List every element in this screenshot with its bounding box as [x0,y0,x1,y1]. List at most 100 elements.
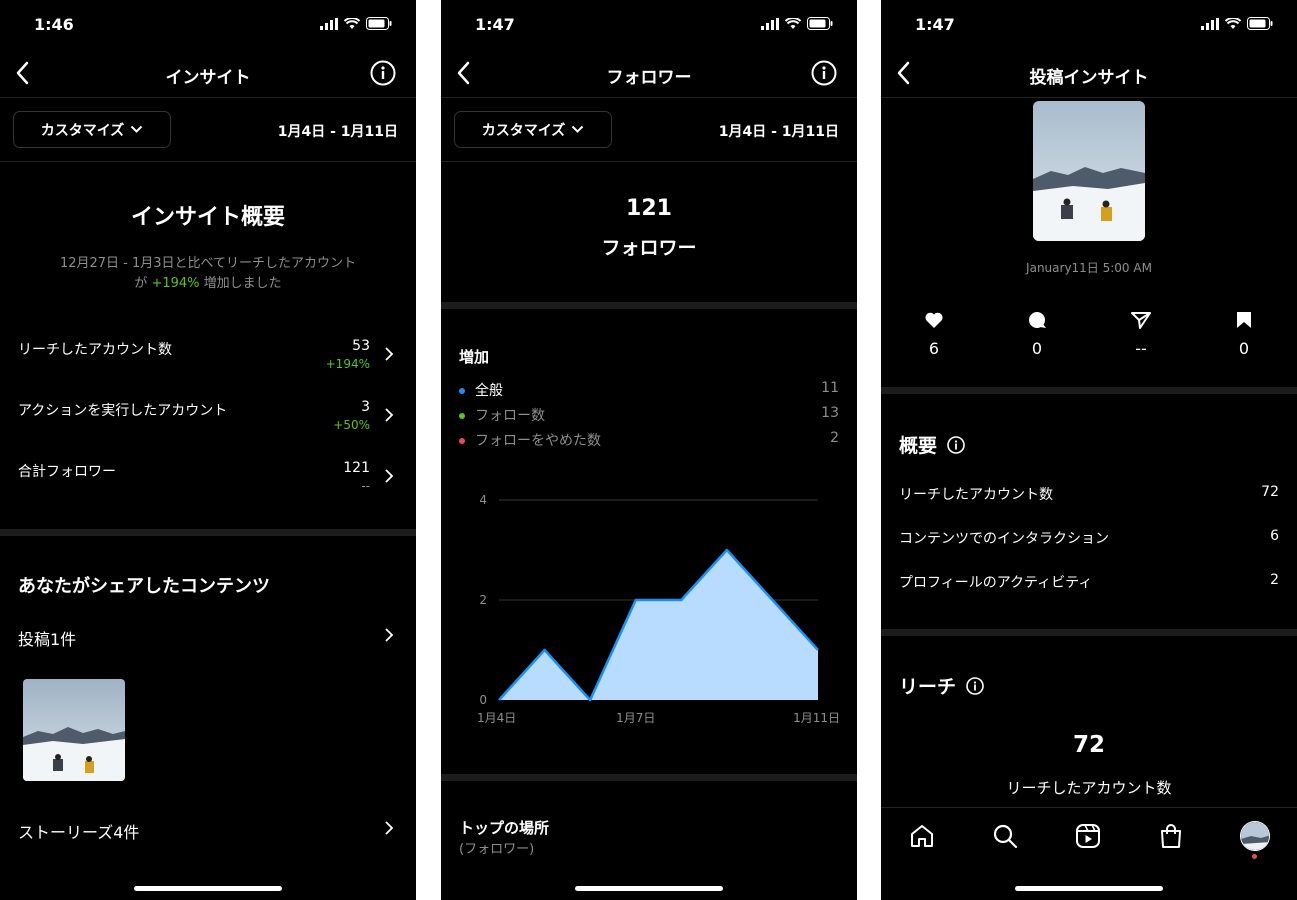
overview-row-profile: プロフィールのアクティビティ 2 [899,572,1279,591]
status-icons [1201,17,1273,30]
likes-stat: 6 [914,311,954,358]
legend-dot [459,412,465,419]
status-icons [761,17,833,30]
reach-header: リーチ [899,672,984,699]
followers-count: 121 [626,196,672,221]
y-tick-label: 0 [479,693,487,707]
screen-followers: 1:47 フォロワー カスタマイズ 1月4日 - 1月11日 121 フォロワー… [441,0,857,900]
reach-value: 72 [1072,732,1105,758]
comments-stat: 0 [1017,311,1057,358]
wifi-icon [785,17,801,29]
compare-text: 12月27日 - 1月3日と比べてリーチしたアカウント [59,256,357,271]
home-indicator [575,886,723,891]
post-thumbnail[interactable] [23,679,125,781]
info-icon[interactable] [370,60,396,86]
metric-label: リーチしたアカウント数 [18,342,172,358]
status-time: 1:47 [915,15,955,34]
stories-label: ストーリーズ4件 [18,823,140,842]
y-tick-label: 4 [479,493,487,507]
signal-icon [320,17,338,30]
compare-pct: +194% [151,276,200,291]
chevron-right-icon [385,347,394,361]
comments-count: 0 [1031,339,1043,358]
search-icon[interactable] [992,823,1018,849]
customize-button[interactable]: カスタマイズ [454,111,612,148]
chevron-right-icon [385,469,394,483]
heart-icon [925,312,943,328]
reels-icon[interactable] [1075,823,1101,849]
saves-stat: 0 [1224,311,1264,358]
reach-title: リーチ [899,676,957,698]
status-icons [320,17,392,30]
screen-insights: 1:46 インサイト カスタマイズ 1月4日 - 1月11日 インサイト概要 1… [0,0,416,900]
legend-row-overall: 全般 11 [459,380,839,400]
signal-icon [761,17,779,30]
metric-change: +50% [333,418,370,432]
share-icon [1131,312,1151,329]
x-tick-label: 1月11日 [793,711,840,725]
shared-content-title: あなたがシェアしたコンテンツ [18,576,270,597]
customize-button[interactable]: カスタマイズ [13,111,171,148]
metric-label: 合計フォロワー [18,464,116,480]
bookmark-icon [1237,312,1251,328]
info-icon[interactable] [947,435,965,454]
metric-row-followers[interactable]: 合計フォロワー 121 -- [0,452,416,507]
shares-count: -- [1135,339,1147,358]
status-time: 1:46 [34,15,74,34]
posts-row[interactable]: 投稿1件 [0,622,416,652]
saves-count: 0 [1238,339,1250,358]
home-icon[interactable] [909,823,935,849]
snow-photo-image [23,679,125,781]
metric-value: 121 [343,460,370,476]
notification-dot [1252,854,1257,859]
post-date: January11日 5:00 AM [1026,261,1152,275]
screen-post-insights: 1:47 投稿インサイト January11日 5:00 AM 6 0 -- 0… [881,0,1297,900]
growth-title: 増加 [459,348,490,366]
home-indicator [1015,886,1163,891]
y-tick-label: 2 [479,593,487,607]
series-area [499,550,818,700]
metric-value: 3 [361,399,370,415]
battery-icon [1247,17,1273,30]
top-places-sub: (フォロワー) [459,842,535,857]
battery-icon [807,17,833,30]
comment-icon [1029,312,1046,328]
chevron-right-icon [385,628,394,642]
date-range: 1月4日 - 1月11日 [277,124,398,140]
metric-row-actions[interactable]: アクションを実行したアカウント 3 +50% [0,391,416,446]
page-title: 投稿インサイト [1029,68,1149,88]
info-icon[interactable] [811,60,837,86]
overview-row-reach: リーチしたアカウント数 72 [899,484,1279,503]
compare-text-line2: が +194% 増加しました [134,276,282,291]
reach-label: リーチしたアカウント数 [1006,779,1172,797]
metric-change: +194% [325,357,370,371]
battery-icon [366,17,392,30]
shop-icon[interactable] [1158,823,1184,849]
wifi-icon [344,17,360,29]
metric-label: アクションを実行したアカウント [18,403,228,419]
date-range: 1月4日 - 1月11日 [718,124,839,140]
chevron-right-icon [385,408,394,422]
wifi-icon [1225,17,1241,29]
metric-change: -- [361,479,370,493]
metric-value: 53 [352,338,370,354]
stories-row[interactable]: ストーリーズ4件 [0,815,416,845]
page-title: フォロワー [606,68,692,88]
overview-title: 概要 [899,435,938,457]
metric-row-reach[interactable]: リーチしたアカウント数 53 +194% [0,330,416,385]
nav-bar: インサイト [0,50,416,98]
legend-row-unfollows: フォローをやめた数 2 [459,430,839,450]
signal-icon [1201,17,1219,30]
overview-row-interactions: コンテンツでのインタラクション 6 [899,528,1279,547]
x-tick-label: 1月7日 [616,711,655,725]
shares-stat: -- [1121,311,1161,358]
profile-photo-image [1241,822,1269,850]
chevron-down-icon [131,125,143,133]
info-icon[interactable] [966,676,984,695]
post-preview[interactable] [1033,101,1145,241]
home-indicator [134,886,282,891]
overview-header: 概要 [899,431,965,458]
legend-dot [459,387,465,394]
avatar[interactable] [1240,821,1270,851]
posts-label: 投稿1件 [18,630,77,649]
